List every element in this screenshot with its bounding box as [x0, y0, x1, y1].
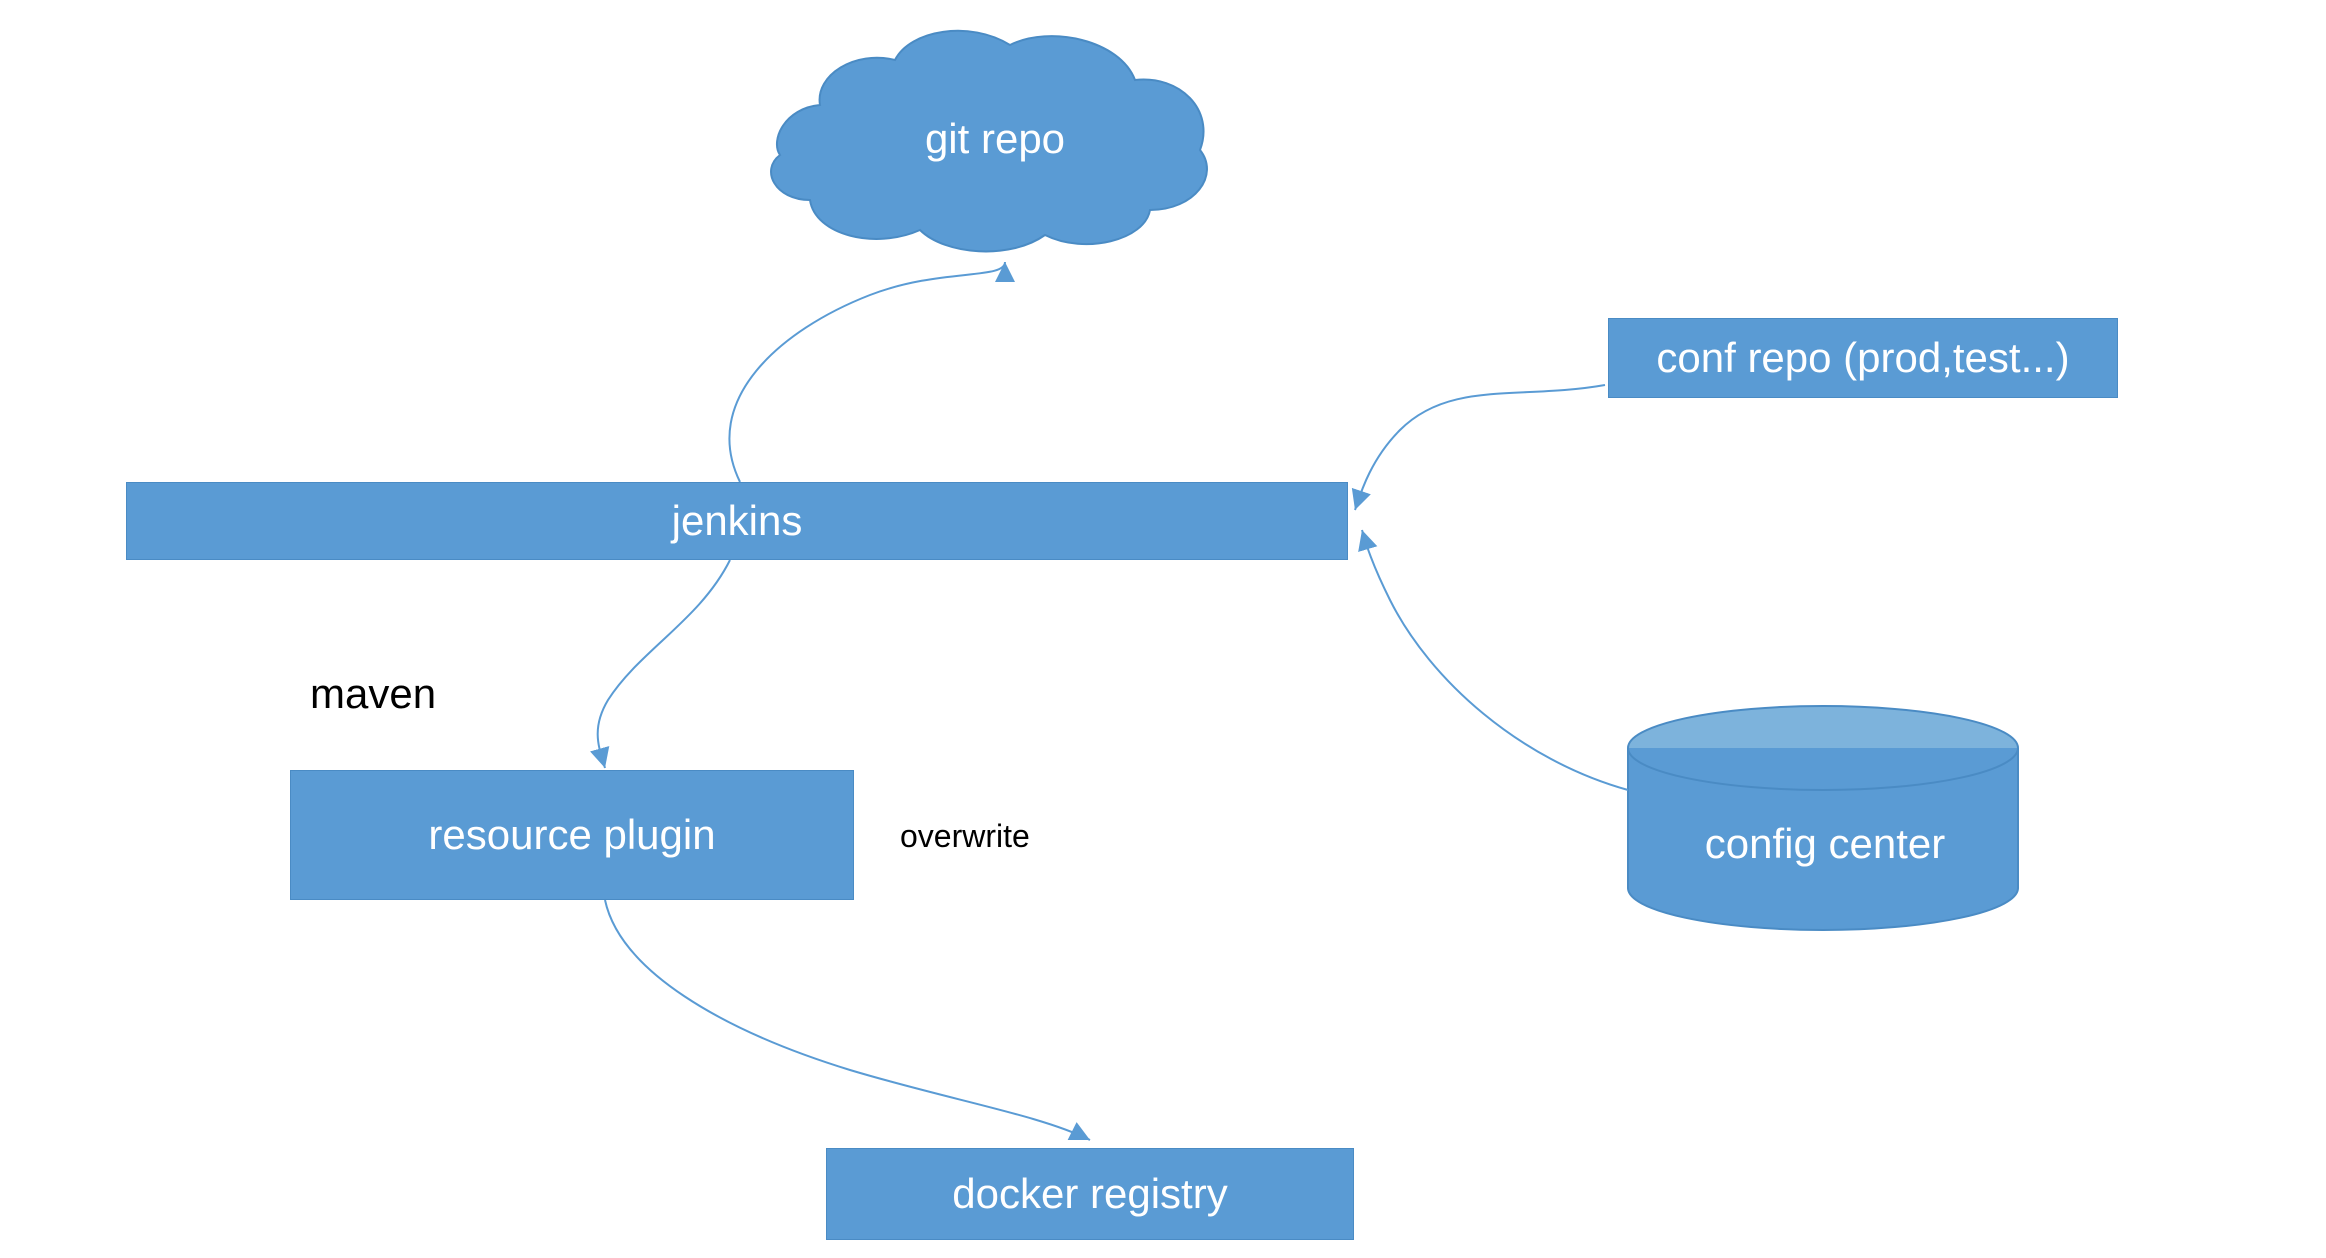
diagram-svg — [0, 0, 2326, 1258]
maven-label: maven — [310, 670, 436, 718]
edge-confrepo-to-jenkins — [1355, 385, 1605, 510]
edge-resourceplugin-to-dockerregistry — [605, 900, 1090, 1140]
edge-configcenter-to-jenkins — [1362, 530, 1628, 790]
edge-jenkins-to-gitrepo — [729, 262, 1005, 482]
overwrite-label: overwrite — [900, 818, 1030, 855]
git-repo-label: git repo — [905, 115, 1085, 163]
resource-plugin-box: resource plugin — [290, 770, 854, 900]
config-center-cylinder — [1628, 706, 2018, 930]
architecture-diagram: git repo jenkins conf repo (prod,test...… — [0, 0, 2326, 1258]
conf-repo-box: conf repo (prod,test...) — [1608, 318, 2118, 398]
docker-registry-label: docker registry — [952, 1170, 1227, 1218]
resource-plugin-label: resource plugin — [428, 811, 715, 859]
conf-repo-label: conf repo (prod,test...) — [1656, 334, 2069, 382]
docker-registry-box: docker registry — [826, 1148, 1354, 1240]
edge-jenkins-to-resourceplugin — [598, 560, 730, 768]
config-center-label: config center — [1700, 820, 1950, 868]
jenkins-box: jenkins — [126, 482, 1348, 560]
jenkins-label: jenkins — [672, 497, 803, 545]
